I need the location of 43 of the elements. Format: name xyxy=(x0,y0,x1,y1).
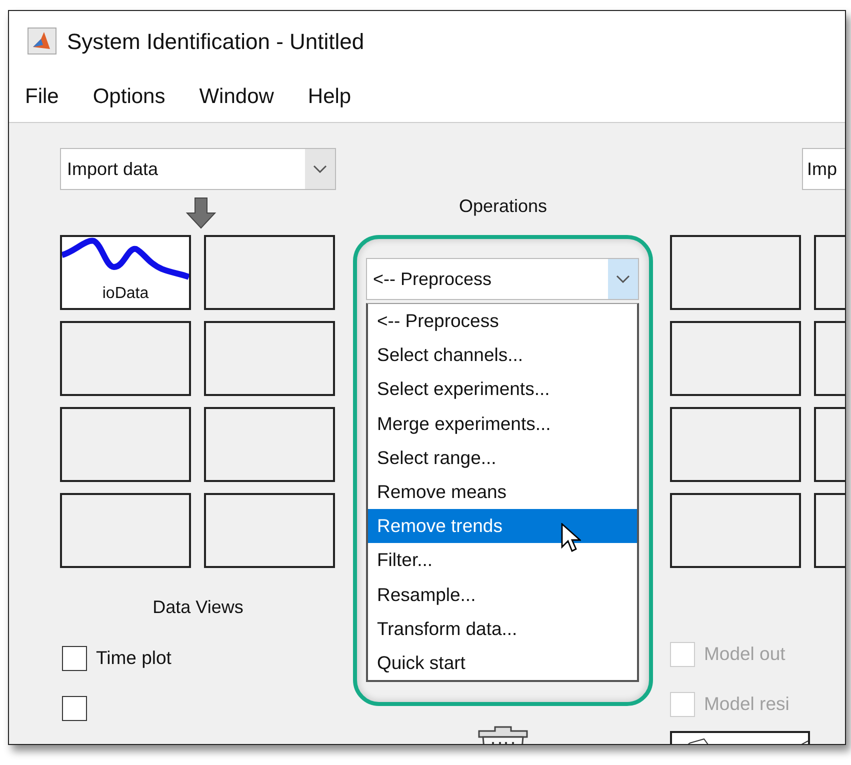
data-tile[interactable] xyxy=(670,321,801,396)
dropdown-option[interactable]: <-- Preprocess xyxy=(368,304,637,338)
data-tile[interactable] xyxy=(670,407,801,482)
dropdown-option[interactable]: Filter... xyxy=(368,543,637,578)
checkbox[interactable] xyxy=(62,696,87,720)
data-tile[interactable] xyxy=(60,407,191,482)
menu-item[interactable]: Window xyxy=(199,80,274,112)
dropdown-option[interactable]: Transform data... xyxy=(368,612,637,646)
checkbox-label: Model out xyxy=(704,642,786,666)
menu-item[interactable]: File xyxy=(25,80,59,112)
dropdown-option[interactable]: Merge experiments... xyxy=(368,406,637,441)
data-tile[interactable] xyxy=(204,235,335,310)
caret-icon xyxy=(616,275,630,283)
data-tile[interactable] xyxy=(204,321,335,396)
dropdown-option[interactable]: Select range... xyxy=(368,440,637,475)
data-tile[interactable] xyxy=(670,235,801,310)
data-tile[interactable] xyxy=(670,493,801,568)
dropdown-option[interactable]: Quick start xyxy=(368,646,637,680)
dropdown-option[interactable]: Remove trends xyxy=(368,509,637,544)
data-tile[interactable] xyxy=(204,493,335,568)
menu-item[interactable]: Help xyxy=(308,80,352,112)
operations-heading: Operations xyxy=(458,195,548,218)
data-tile[interactable] xyxy=(204,407,335,482)
dropdown-option[interactable]: Select channels... xyxy=(368,338,637,372)
dropdown-option[interactable]: Select experiments... xyxy=(368,372,637,407)
checkbox-label: Time plot xyxy=(96,646,172,670)
data-tile[interactable] xyxy=(60,493,191,568)
checkbox[interactable] xyxy=(62,646,87,670)
preprocess-dropdown[interactable]: <-- Preprocess xyxy=(366,258,639,300)
dropdown-option[interactable]: Resample... xyxy=(368,578,637,612)
down-arrow-icon xyxy=(184,196,216,228)
window-title: System Identification - Untitled xyxy=(67,28,364,56)
dropdown-option[interactable]: Remove means xyxy=(368,474,637,510)
import-data-dropdown[interactable]: Import data xyxy=(60,148,336,190)
menu-item[interactable]: Options xyxy=(92,80,166,112)
data-views-heading: Data Views xyxy=(152,596,244,619)
checkbox-label: Model resi xyxy=(704,692,790,716)
mouse-cursor-icon xyxy=(561,523,581,552)
app-logo-icon xyxy=(27,27,57,55)
caret-icon xyxy=(313,165,327,173)
data-tile[interactable]: ioData xyxy=(60,235,191,310)
data-tile[interactable] xyxy=(60,321,191,396)
import-models-dropdown[interactable]: Imp xyxy=(802,148,845,190)
